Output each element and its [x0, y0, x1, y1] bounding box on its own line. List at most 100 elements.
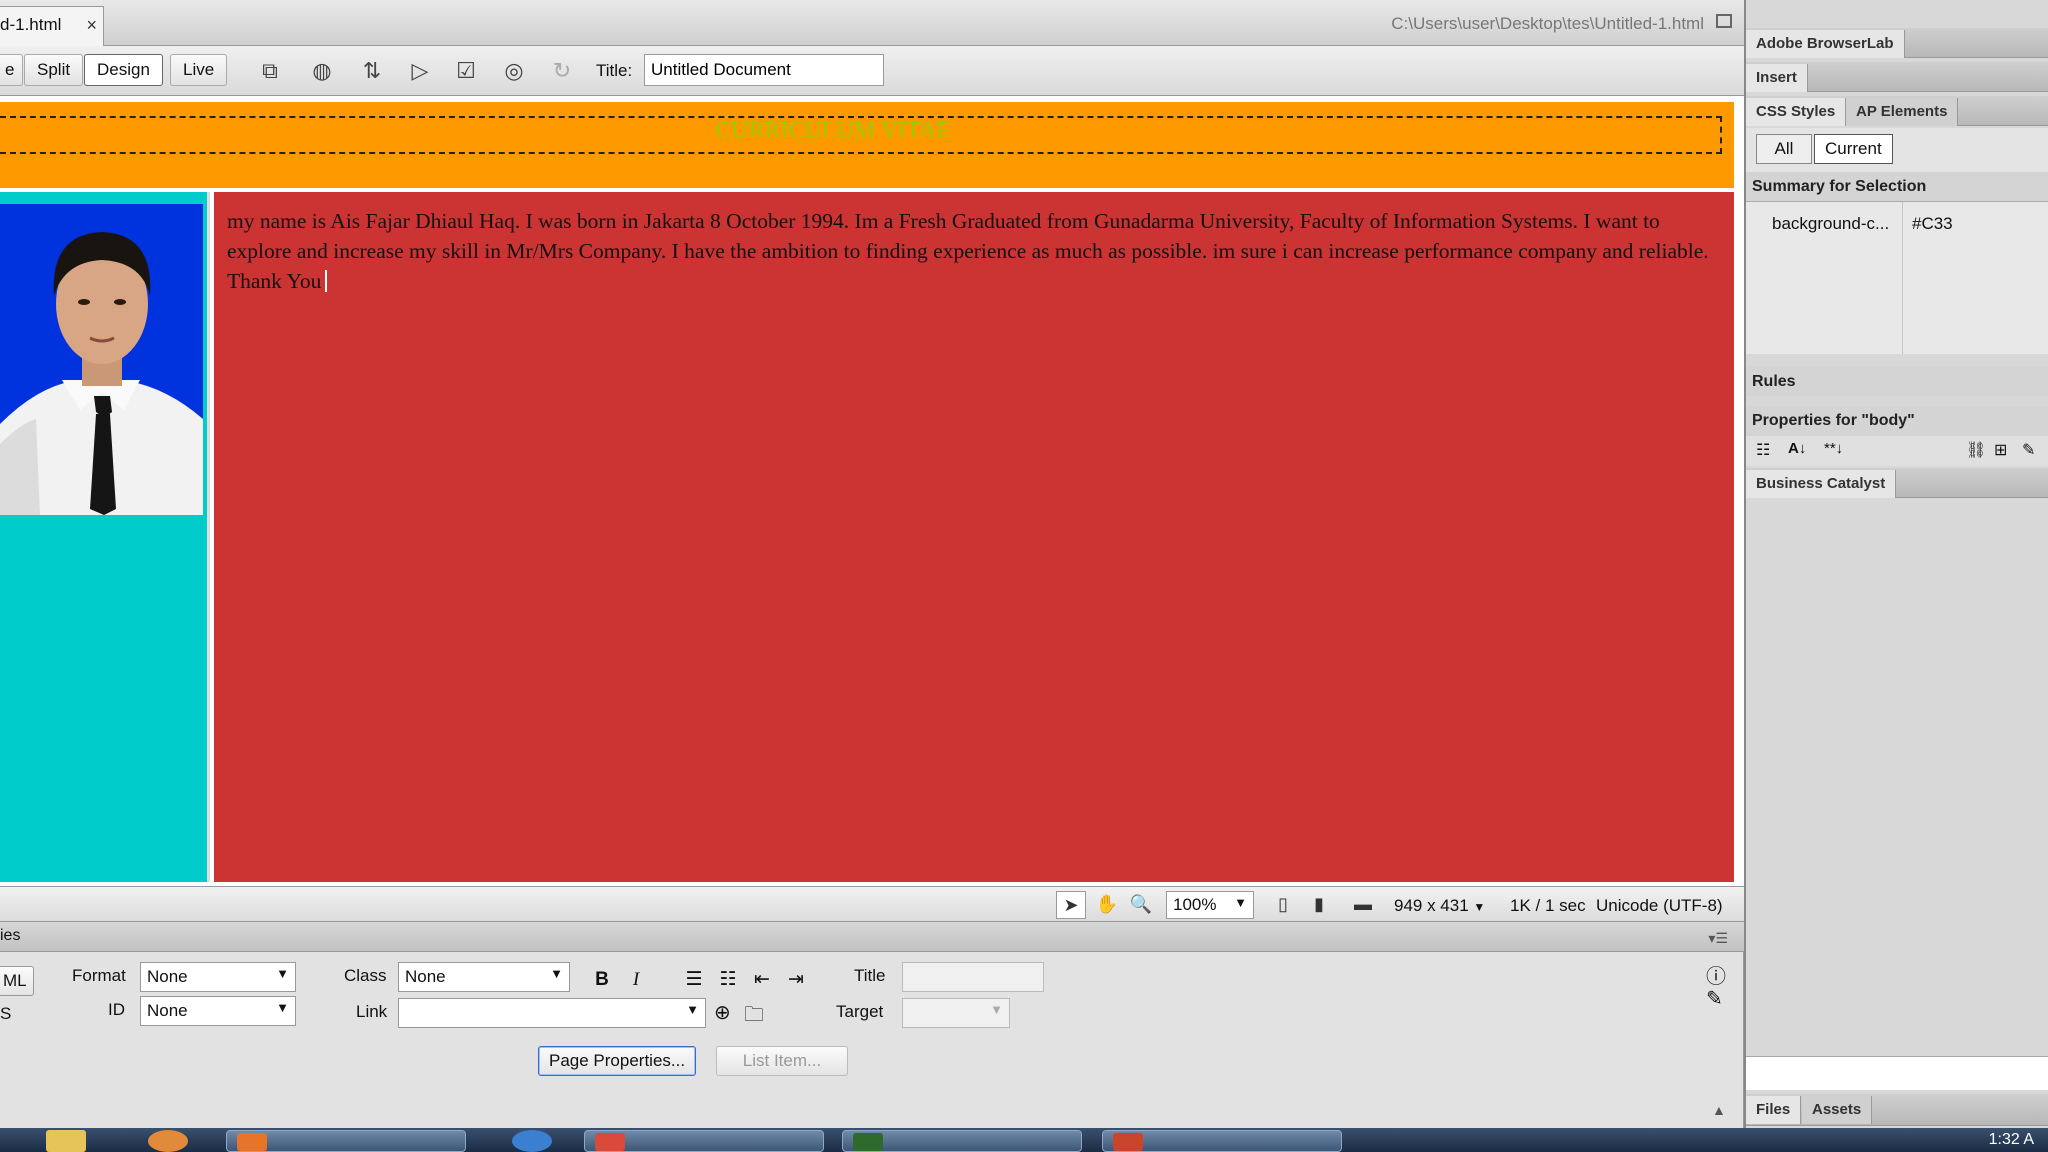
alphabetical-view-icon[interactable]: A↓ [1788, 440, 1806, 457]
list-item-button[interactable]: List Item... [716, 1046, 848, 1076]
tab-ap-elements[interactable]: AP Elements [1846, 98, 1959, 126]
properties-panel-header[interactable]: ies ▾☰ [0, 922, 1744, 952]
document-tab-filename: d-1.html [0, 15, 62, 34]
title-field-input[interactable] [902, 962, 1044, 992]
bold-button[interactable]: B [588, 966, 616, 994]
help-icon[interactable]: ⓘ [1706, 960, 1726, 989]
chevron-down-icon: ▼ [276, 1000, 289, 1015]
desktop-size-icon[interactable]: ▬ [1346, 891, 1380, 919]
code-view-button[interactable]: e [0, 54, 24, 86]
point-to-file-icon[interactable]: ⊕ [714, 1000, 731, 1025]
insert-panel-header[interactable]: Insert [1746, 62, 2048, 92]
tab-files[interactable]: Files [1746, 1096, 1802, 1124]
set-properties-view-icon[interactable]: **↓ [1824, 440, 1843, 457]
tab-assets[interactable]: Assets [1802, 1096, 1873, 1124]
check-browser-icon[interactable]: ☑ [450, 56, 482, 86]
zoom-tool-icon[interactable]: 🔍 [1126, 891, 1156, 919]
attach-stylesheet-icon[interactable]: ⛓ [1966, 440, 1986, 460]
panel-menu-icon[interactable]: ▾☰ [1708, 930, 1728, 947]
class-label: Class [344, 966, 387, 985]
windows-taskbar: 1:32 A [0, 1128, 2048, 1152]
all-mode-button[interactable]: All [1756, 134, 1812, 164]
ordered-list-icon[interactable]: ☷ [714, 966, 742, 994]
header-title: CURRICULUM VITAE [715, 118, 951, 144]
mobile-size-icon[interactable]: ▯ [1268, 891, 1298, 919]
italic-button[interactable]: I [622, 966, 650, 994]
window-size[interactable]: 949 x 431 ▼ [1394, 896, 1485, 916]
profile-photo[interactable] [0, 204, 203, 515]
window-size-value: 949 x 431 [1394, 896, 1469, 915]
category-view-icon[interactable]: ☷ [1756, 440, 1770, 460]
live-view-button[interactable]: Live [170, 54, 228, 86]
link-input[interactable]: ▼ [398, 998, 706, 1028]
powerpoint-icon [1113, 1133, 1143, 1151]
indent-icon[interactable]: ⇥ [782, 966, 810, 994]
page-properties-button[interactable]: Page Properties... [538, 1046, 697, 1076]
tab-insert[interactable]: Insert [1746, 64, 1808, 92]
files-panel-header[interactable]: Files Assets [1746, 1094, 2048, 1126]
multiscreen-icon[interactable]: ⧉ [254, 56, 286, 86]
unordered-list-icon[interactable]: ☰ [680, 966, 708, 994]
taskbar-dreamweaver[interactable] [842, 1130, 1082, 1152]
zoom-select[interactable]: 100% ▼ [1166, 891, 1254, 919]
file-management-icon[interactable]: ⇅ [356, 56, 388, 86]
id-select[interactable]: None ▼ [140, 996, 296, 1026]
browserlab-panel-header[interactable]: Adobe BrowserLab [1746, 28, 2048, 58]
w3c-validation-icon[interactable]: ▷ [404, 56, 436, 86]
chevron-down-icon: ▼ [686, 1002, 699, 1017]
document-title-input[interactable] [644, 54, 884, 86]
close-icon[interactable]: × [86, 15, 97, 36]
summary-property[interactable]: background-c... [1772, 214, 1889, 234]
taskbar-chrome[interactable] [584, 1130, 824, 1152]
person-photo-icon [0, 204, 203, 515]
download-time: 1K / 1 sec [1510, 896, 1586, 915]
format-select[interactable]: None ▼ [140, 962, 296, 992]
tab-adobe-browserlab[interactable]: Adobe BrowserLab [1746, 30, 1905, 58]
summary-list: background-c... #C33 [1746, 202, 2048, 354]
browse-folder-icon[interactable]: 🗀 [744, 1000, 764, 1034]
tab-css-styles[interactable]: CSS Styles [1746, 98, 1847, 126]
firefox-icon [237, 1133, 267, 1151]
html-mode-button[interactable]: ML [0, 966, 34, 996]
preview-browser-icon[interactable]: ◍ [306, 56, 338, 86]
page-header[interactable]: CURRICULUM VITAE [0, 102, 1734, 188]
status-bar: ➤ ✋ 🔍 100% ▼ ▯ ▮ ▬ 949 x 431 ▼ 1K / 1 se… [0, 886, 1744, 922]
outdent-icon[interactable]: ⇤ [748, 966, 776, 994]
collapse-panel-icon[interactable]: ▲ [1712, 1102, 1726, 1118]
summary-value[interactable]: #C33 [1912, 214, 1953, 234]
business-catalyst-footer [1746, 1056, 2048, 1090]
refresh-icon[interactable]: ↻ [546, 56, 578, 86]
tablet-size-icon[interactable]: ▮ [1304, 891, 1334, 919]
ie-icon[interactable] [512, 1130, 552, 1152]
target-select[interactable]: ▼ [902, 998, 1010, 1028]
rules-header: Rules [1746, 366, 2048, 396]
explorer-icon[interactable] [46, 1130, 86, 1152]
visual-aids-icon[interactable]: ◎ [498, 56, 530, 86]
media-player-icon[interactable] [148, 1130, 188, 1152]
edit-rule-icon[interactable]: ✎ [2022, 440, 2035, 460]
select-tool-icon[interactable]: ➤ [1056, 891, 1086, 919]
summary-label: Summary for Selection [1752, 178, 1927, 195]
document-tab[interactable]: d-1.html × [0, 6, 104, 46]
restore-window-icon[interactable] [1716, 14, 1732, 28]
title-label: Title: [596, 61, 633, 80]
design-canvas[interactable]: CURRICULUM VITAE my name is Ais Fajar Dh… [0, 96, 1744, 886]
taskbar-powerpoint[interactable] [1102, 1130, 1342, 1152]
taskbar-firefox[interactable] [226, 1130, 466, 1152]
new-css-rule-icon[interactable]: ⊞ [1994, 440, 2007, 460]
hand-tool-icon[interactable]: ✋ [1092, 891, 1122, 919]
design-view-button[interactable]: Design [84, 54, 163, 86]
business-catalyst-header[interactable]: Business Catalyst [1746, 468, 2048, 498]
split-view-button[interactable]: Split [24, 54, 84, 86]
system-clock[interactable]: 1:32 A [1989, 1131, 2034, 1149]
properties-for-label: Properties for "body" [1752, 412, 1915, 429]
encoding: Unicode (UTF-8) [1596, 896, 1723, 915]
class-select[interactable]: None ▼ [398, 962, 570, 992]
css-panel-header[interactable]: CSS Styles AP Elements [1746, 96, 2048, 126]
css-mode-button[interactable]: S [0, 1004, 11, 1024]
current-mode-button[interactable]: Current [1814, 134, 1893, 164]
chevron-down-icon: ▼ [990, 1002, 1003, 1017]
bio-paragraph[interactable]: my name is Ais Fajar Dhiaul Haq. I was b… [227, 206, 1727, 296]
tab-business-catalyst[interactable]: Business Catalyst [1746, 470, 1897, 498]
quick-tag-editor-icon[interactable]: ✎ [1706, 986, 1723, 1011]
